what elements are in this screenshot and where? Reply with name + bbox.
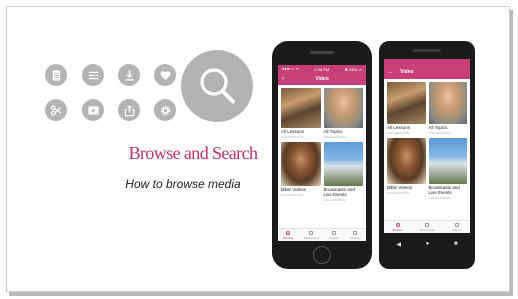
iphone-mockup: ●●●○○ ᯤ 2:38 PM ✱ 94% ▭ ‹ Video All Less… <box>272 41 372 269</box>
status-battery: ✱ 94% ▭ <box>344 66 362 72</box>
bookmark-icon <box>309 230 314 235</box>
tab-label: Browse <box>392 227 403 232</box>
android-collection-grid: All Lessons COLLECTION All Topics COLLEC… <box>384 79 470 203</box>
iphone-collection-grid: All Lessons COLLECTION All Topics COLLEC… <box>278 85 366 205</box>
tab-label: Settings <box>349 235 361 240</box>
tile-thumbnail <box>323 141 363 186</box>
slide-subtitle: How to browse media <box>125 177 241 191</box>
header-title: Video <box>315 76 329 82</box>
tile-thumbnail <box>428 82 467 124</box>
iphone-tab-bar: Browse Bookmarks Search Settings <box>278 228 366 241</box>
tile-thumbnail <box>281 141 321 186</box>
tab-search[interactable]: Search <box>329 230 340 240</box>
video-icon <box>82 99 104 121</box>
android-screen: ← Video All Lessons COLLECTION All Topic… <box>384 59 470 233</box>
android-app-header: ← Video <box>384 65 470 79</box>
tile-sub: COLLECTION <box>387 130 410 135</box>
tile-all-topics[interactable]: All Topics COLLECTION <box>323 88 363 139</box>
browse-icon <box>286 230 291 235</box>
back-button[interactable]: ‹ <box>282 76 284 82</box>
iphone-screen: ●●●○○ ᯤ 2:38 PM ✱ 94% ▭ ‹ Video All Less… <box>278 65 366 241</box>
tile-all-lessons[interactable]: All Lessons COLLECTION <box>387 82 426 135</box>
status-signal: ●●●○○ ᯤ <box>282 66 299 71</box>
tile-sub: COLLECTION <box>323 197 346 202</box>
tab-label: Bookmarks <box>419 227 435 232</box>
tab-browse[interactable]: Browse <box>392 222 403 232</box>
tile-label: Broadcasts and Live Events <box>428 184 460 195</box>
tile-sub: COLLECTION <box>281 192 304 197</box>
tile-label: Broadcasts and Live Events <box>323 186 355 197</box>
nav-recents-button[interactable]: ■ <box>454 241 458 247</box>
nav-back-button[interactable]: ◀ <box>396 241 401 248</box>
android-tab-bar: Browse Bookmarks Search <box>384 220 470 233</box>
tile-all-lessons[interactable]: All Lessons COLLECTION <box>281 88 321 139</box>
iphone-app-header: ‹ Video <box>278 73 366 85</box>
heart-icon <box>154 64 176 86</box>
tab-search[interactable]: Search <box>451 222 462 232</box>
tab-browse[interactable]: Browse <box>283 230 294 240</box>
tile-bible-videos[interactable]: Bible Videos COLLECTION <box>281 141 321 202</box>
tile-thumbnail <box>387 82 426 124</box>
tile-thumbnail <box>428 137 467 184</box>
iphone-status-bar: ●●●○○ ᯤ 2:38 PM ✱ 94% ▭ <box>278 65 366 73</box>
tab-bookmarks[interactable]: Bookmarks <box>419 222 435 232</box>
tab-label: Browse <box>283 235 294 240</box>
header-title: Video <box>400 69 414 75</box>
back-button[interactable]: ← <box>388 69 394 75</box>
tab-label: Search <box>451 227 462 232</box>
tile-broadcasts[interactable]: Broadcasts and Live Events COLLECTION <box>428 137 467 200</box>
tile-broadcasts[interactable]: Broadcasts and Live Events COLLECTION <box>323 141 363 202</box>
tile-thumbnail <box>323 88 363 128</box>
gear-icon <box>154 99 176 121</box>
slide: Browse and Search How to browse media ●●… <box>6 6 510 292</box>
android-speaker <box>413 49 441 52</box>
home-button[interactable] <box>313 246 331 264</box>
list-icon <box>82 64 104 86</box>
status-time: 2:38 PM <box>314 66 330 72</box>
tab-label: Bookmarks <box>303 235 319 240</box>
tile-sub: COLLECTION <box>323 134 346 139</box>
search-icon <box>332 230 337 235</box>
settings-icon <box>353 230 358 235</box>
android-mockup: ← Video All Lessons COLLECTION All Topic… <box>379 41 475 269</box>
nav-home-button[interactable]: ● <box>426 241 430 247</box>
slide-title: Browse and Search <box>128 143 258 163</box>
tile-bible-videos[interactable]: Bible Videos COLLECTION <box>387 137 426 200</box>
tab-label: Search <box>329 235 340 240</box>
tile-sub: COLLECTION <box>281 134 304 139</box>
document-icon <box>45 64 67 86</box>
bookmark-icon <box>425 222 430 227</box>
tile-all-topics[interactable]: All Topics COLLECTION <box>428 82 467 135</box>
tab-bookmarks[interactable]: Bookmarks <box>303 230 319 240</box>
download-icon <box>118 64 140 86</box>
iphone-speaker <box>310 51 334 54</box>
tile-thumbnail <box>387 137 426 184</box>
tile-sub: COLLECTION <box>428 195 451 200</box>
tab-settings[interactable]: Settings <box>349 230 361 240</box>
share-icon <box>118 99 140 121</box>
android-nav-bar: ◀ ● ■ <box>384 237 470 251</box>
tile-sub: COLLECTION <box>387 190 410 195</box>
browse-icon <box>395 222 400 227</box>
search-icon <box>181 50 253 122</box>
scissors-icon <box>45 99 67 121</box>
tile-sub: COLLECTION <box>428 130 451 135</box>
search-icon <box>454 222 459 227</box>
tile-thumbnail <box>281 88 321 128</box>
